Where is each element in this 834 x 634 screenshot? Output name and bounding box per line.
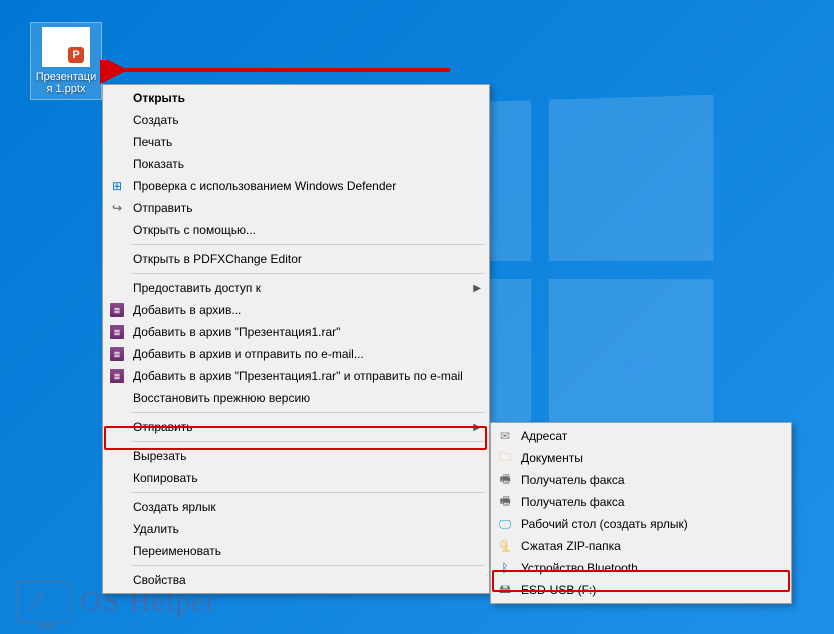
- winrar-icon: ≣: [109, 346, 125, 362]
- menu-restore[interactable]: Восстановить прежнюю версию: [103, 387, 489, 409]
- sendto-desktop[interactable]: 🖵 Рабочий стол (создать ярлык): [491, 513, 791, 535]
- menu-rar-email-named[interactable]: ≣ Добавить в архив "Презентация1.rar" и …: [103, 365, 489, 387]
- menu-rar-add[interactable]: ≣ Добавить в архив...: [103, 299, 489, 321]
- menu-shortcut[interactable]: Создать ярлык: [103, 496, 489, 518]
- separator: [131, 273, 485, 274]
- menu-show[interactable]: Показать: [103, 153, 489, 175]
- zip-icon: 🗜: [497, 538, 513, 554]
- sendto-fax1[interactable]: 🖷 Получатель факса: [491, 469, 791, 491]
- menu-open-with[interactable]: Открыть с помощью...: [103, 219, 489, 241]
- separator: [131, 244, 485, 245]
- menu-grant-access[interactable]: Предоставить доступ к ▶: [103, 277, 489, 299]
- winrar-icon: ≣: [109, 302, 125, 318]
- menu-pdfx[interactable]: Открыть в PDFXChange Editor: [103, 248, 489, 270]
- separator: [131, 441, 485, 442]
- fax-icon: 🖷: [497, 472, 513, 488]
- menu-defender[interactable]: ⊞ Проверка с использованием Windows Defe…: [103, 175, 489, 197]
- menu-rar-add-named[interactable]: ≣ Добавить в архив "Презентация1.rar": [103, 321, 489, 343]
- sendto-usb[interactable]: 🖴 ESD-USB (F:): [491, 579, 791, 601]
- menu-create[interactable]: Создать: [103, 109, 489, 131]
- menu-cut[interactable]: Вырезать: [103, 445, 489, 467]
- sendto-bluetooth[interactable]: ᛒ Устройство Bluetooth: [491, 557, 791, 579]
- send-to-submenu: ✉ Адресат 🗀 Документы 🖷 Получатель факса…: [490, 422, 792, 604]
- sendto-addressee[interactable]: ✉ Адресат: [491, 425, 791, 447]
- share-icon: ↪: [109, 200, 125, 216]
- file-name-label: Презентация 1.pptx: [33, 71, 99, 95]
- menu-print[interactable]: Печать: [103, 131, 489, 153]
- desktop-file-icon[interactable]: Презентация 1.pptx: [30, 22, 102, 100]
- sendto-fax2[interactable]: 🖷 Получатель факса: [491, 491, 791, 513]
- drive-icon: 🖴: [497, 582, 513, 598]
- monitor-icon: [16, 580, 72, 624]
- menu-share[interactable]: ↪ Отправить: [103, 197, 489, 219]
- bluetooth-icon: ᛒ: [497, 560, 513, 576]
- separator: [131, 492, 485, 493]
- folder-icon: 🗀: [497, 450, 513, 466]
- menu-rar-email[interactable]: ≣ Добавить в архив и отправить по e-mail…: [103, 343, 489, 365]
- desktop-icon: 🖵: [497, 516, 513, 532]
- menu-delete[interactable]: Удалить: [103, 518, 489, 540]
- chevron-right-icon: ▶: [473, 422, 481, 433]
- shield-icon: ⊞: [109, 178, 125, 194]
- menu-copy[interactable]: Копировать: [103, 467, 489, 489]
- menu-properties[interactable]: Свойства: [103, 569, 489, 591]
- powerpoint-icon: [42, 27, 90, 67]
- chevron-right-icon: ▶: [473, 283, 481, 294]
- winrar-icon: ≣: [109, 368, 125, 384]
- separator: [131, 412, 485, 413]
- context-menu: Открыть Создать Печать Показать ⊞ Провер…: [102, 84, 490, 594]
- menu-send-to[interactable]: Отправить ▶: [103, 416, 489, 438]
- fax-icon: 🖷: [497, 494, 513, 510]
- separator: [131, 565, 485, 566]
- menu-open[interactable]: Открыть: [103, 87, 489, 109]
- sendto-zip[interactable]: 🗜 Сжатая ZIP-папка: [491, 535, 791, 557]
- menu-rename[interactable]: Переименовать: [103, 540, 489, 562]
- winrar-icon: ≣: [109, 324, 125, 340]
- person-icon: ✉: [497, 428, 513, 444]
- sendto-documents[interactable]: 🗀 Документы: [491, 447, 791, 469]
